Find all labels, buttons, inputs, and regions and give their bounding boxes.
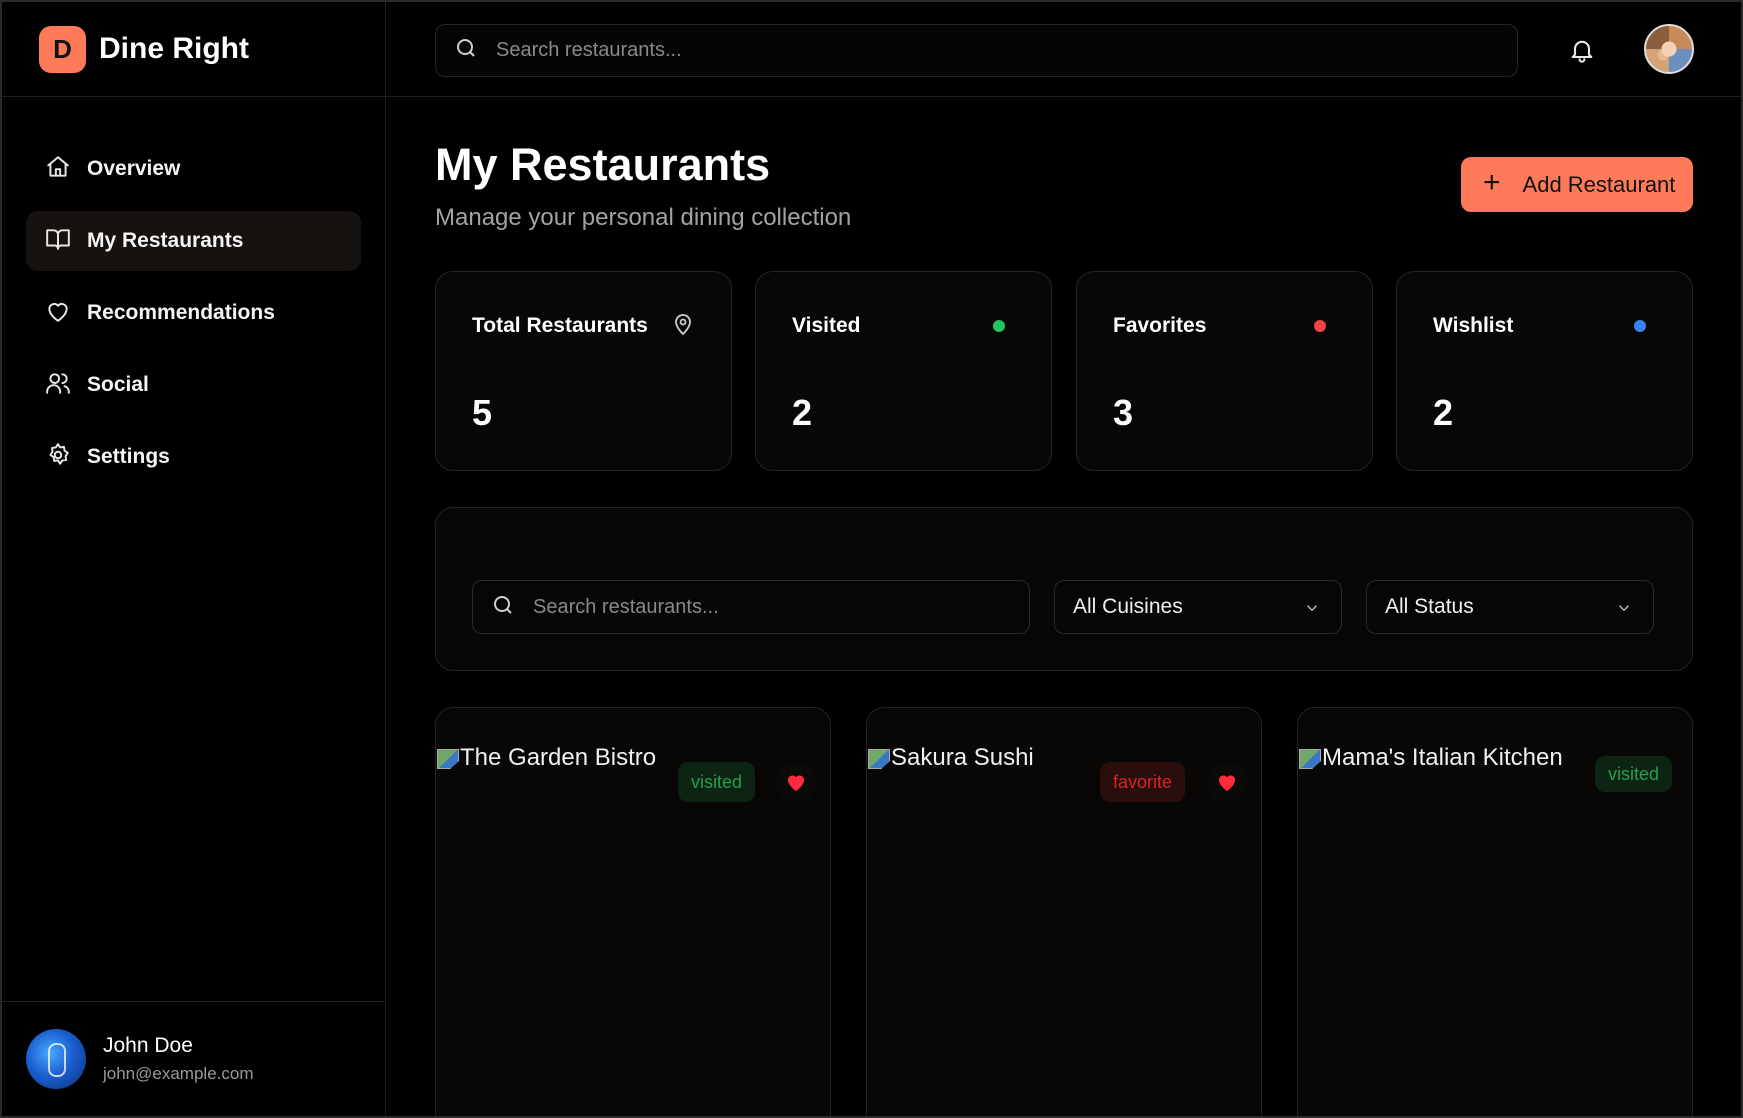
restaurant-image: The Garden Bistro: [436, 744, 656, 772]
search-icon: [491, 593, 515, 622]
search-icon: [454, 36, 478, 65]
global-search[interactable]: [435, 24, 1518, 77]
add-restaurant-button[interactable]: + Add Restaurant: [1461, 157, 1693, 212]
sidebar-item-overview[interactable]: Overview: [26, 139, 361, 199]
brand: D Dine Right: [2, 2, 385, 97]
search-input[interactable]: [496, 39, 1453, 62]
topbar: [386, 2, 1741, 97]
stat-label: Favorites: [1113, 314, 1207, 337]
restaurant-image: Mama's Italian Kitchen: [1298, 744, 1563, 772]
main-content: My Restaurants Manage your personal dini…: [386, 97, 1741, 1116]
stat-label: Total Restaurants: [472, 314, 648, 337]
restaurant-image-alt: Sakura Sushi: [891, 744, 1034, 771]
restaurant-card[interactable]: Sakura Sushi favorite: [866, 707, 1262, 1116]
restaurant-image: Sakura Sushi: [867, 744, 1034, 772]
cuisine-select[interactable]: All Cuisines: [1054, 580, 1342, 634]
broken-image-icon: [867, 746, 891, 770]
broken-image-icon: [1298, 746, 1322, 770]
user-name: John Doe: [103, 1034, 193, 1057]
status-dot-blue: [1634, 320, 1646, 332]
user-email: john@example.com: [103, 1064, 254, 1083]
book-open-icon: [45, 226, 71, 257]
avatar[interactable]: [26, 1029, 86, 1089]
sidebar-item-label: My Restaurants: [87, 229, 244, 252]
stat-value: 5: [472, 392, 493, 433]
status-select[interactable]: All Status: [1366, 580, 1654, 634]
plus-icon: +: [1483, 166, 1501, 199]
home-icon: [45, 154, 71, 185]
status-dot-green: [993, 320, 1005, 332]
stat-card-wishlist: Wishlist 2: [1396, 271, 1693, 471]
restaurant-card[interactable]: Mama's Italian Kitchen visited: [1297, 707, 1693, 1116]
stat-value: 2: [792, 392, 813, 433]
sidebar-item-label: Social: [87, 373, 149, 396]
restaurant-image-alt: Mama's Italian Kitchen: [1322, 744, 1563, 771]
filter-panel: All Cuisines All Status: [435, 507, 1693, 671]
restaurant-image-alt: The Garden Bistro: [460, 744, 657, 771]
status-badge: visited: [678, 762, 756, 802]
stat-label: Visited: [792, 314, 861, 337]
restaurant-card[interactable]: The Garden Bistro visited: [435, 707, 831, 1116]
stat-value: 3: [1113, 392, 1134, 433]
sidebar-item-social[interactable]: Social: [26, 355, 361, 415]
sidebar-item-label: Overview: [87, 157, 181, 180]
status-select-value: All Status: [1385, 595, 1474, 618]
brand-name[interactable]: Dine Right: [99, 32, 249, 66]
restaurant-search[interactable]: [472, 580, 1030, 634]
sidebar-item-my-restaurants[interactable]: My Restaurants: [26, 211, 361, 271]
favorite-heart-icon[interactable]: [1207, 762, 1247, 802]
stat-card-total: Total Restaurants 5: [435, 271, 732, 471]
stat-value: 2: [1433, 392, 1454, 433]
user-info: John Doe john@example.com: [103, 1034, 254, 1084]
sidebar-item-label: Settings: [87, 445, 170, 468]
stats-row: Total Restaurants 5 Visited 2 Favorites …: [435, 271, 1693, 471]
broken-image-icon: [436, 746, 460, 770]
users-icon: [45, 370, 71, 401]
stat-label: Wishlist: [1433, 314, 1514, 337]
status-badge: visited: [1595, 756, 1673, 792]
avatar[interactable]: [1644, 24, 1694, 74]
sidebar-item-settings[interactable]: Settings: [26, 427, 361, 487]
stat-card-favorites: Favorites 3: [1076, 271, 1373, 471]
page-subtitle: Manage your personal dining collection: [435, 204, 852, 231]
search-input[interactable]: [533, 595, 1018, 619]
gear-icon: [45, 442, 71, 473]
chevron-down-icon: [1618, 605, 1630, 612]
sidebar-nav: Overview My Restaurants Recommendations …: [2, 97, 385, 487]
stat-card-visited: Visited 2: [755, 271, 1052, 471]
status-badge: favorite: [1100, 762, 1186, 802]
cuisine-select-value: All Cuisines: [1073, 595, 1183, 618]
sidebar: D Dine Right Overview My Restaurants Rec…: [2, 2, 386, 1116]
sidebar-item-recommendations[interactable]: Recommendations: [26, 283, 361, 343]
chevron-down-icon: [1306, 605, 1318, 612]
heart-outline-icon: [45, 298, 71, 329]
page-title: My Restaurants: [435, 139, 771, 190]
status-dot-red: [1314, 320, 1326, 332]
brand-logo[interactable]: D: [39, 25, 86, 73]
map-pin-icon: [671, 312, 695, 336]
add-restaurant-label: Add Restaurant: [1522, 171, 1676, 197]
bell-icon[interactable]: [1568, 36, 1596, 64]
user-profile[interactable]: John Doe john@example.com: [2, 1001, 385, 1116]
favorite-heart-icon[interactable]: [776, 762, 816, 802]
sidebar-item-label: Recommendations: [87, 301, 275, 324]
